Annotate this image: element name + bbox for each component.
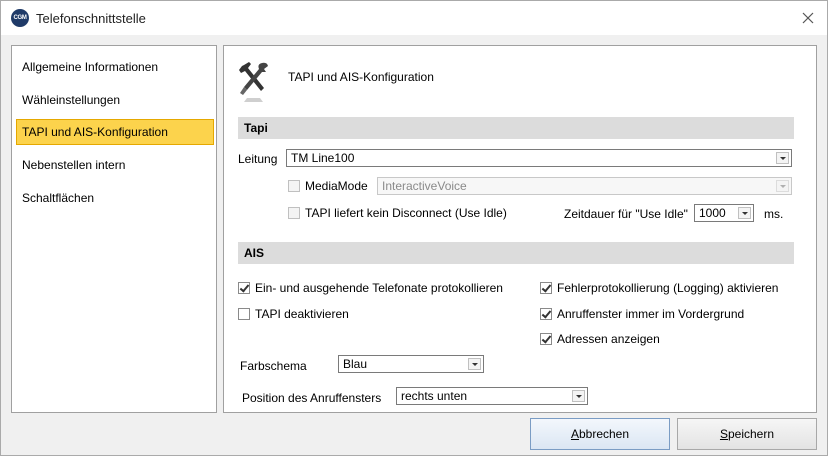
zeitdauer-label: Zeitdauer für "Use Idle" [564, 207, 688, 221]
farbschema-value: Blau [343, 357, 368, 371]
chevron-down-icon [738, 207, 751, 219]
protokollieren-checkbox[interactable] [238, 282, 250, 294]
vordergrund-checkbox[interactable] [540, 308, 552, 320]
adressen-label: Adressen anzeigen [557, 332, 660, 346]
logging-checkbox[interactable] [540, 282, 552, 294]
section-header-tapi: Tapi [238, 117, 794, 139]
leitung-select[interactable]: TM Line100 [286, 149, 792, 167]
navigation-panel: Allgemeine Informationen Wähleinstellung… [11, 45, 217, 413]
leitung-label: Leitung [238, 152, 278, 166]
nav-item-waehleinstellungen[interactable]: Wähleinstellungen [16, 87, 214, 113]
logging-label: Fehlerprotokollierung (Logging) aktivier… [557, 281, 779, 295]
cancel-button[interactable]: Abbrechen [530, 418, 670, 450]
nav-item-allgemeine-informationen[interactable]: Allgemeine Informationen [16, 54, 214, 80]
tapi-deaktivieren-checkbox[interactable] [238, 308, 250, 320]
content-panel: TAPI und AIS-Konfiguration Tapi Leitung … [223, 45, 817, 413]
dialog-window: CGM Telefonschnittstelle Allgemeine Info… [0, 0, 828, 456]
use-idle-checkbox[interactable] [288, 207, 300, 219]
nav-item-schaltflaechen[interactable]: Schaltflächen [16, 185, 214, 211]
chevron-down-icon [572, 390, 585, 402]
tools-icon [239, 62, 268, 102]
nav-item-nebenstellen-intern[interactable]: Nebenstellen intern [16, 152, 214, 178]
mediamode-value: InteractiveVoice [382, 179, 467, 193]
zeitdauer-value: 1000 [699, 206, 726, 220]
adressen-checkbox[interactable] [540, 333, 552, 345]
save-button[interactable]: Speichern [677, 418, 817, 450]
farbschema-label: Farbschema [240, 359, 307, 373]
title-bar: CGM Telefonschnittstelle [1, 1, 827, 35]
position-value: rechts unten [401, 389, 468, 403]
close-button[interactable] [797, 7, 819, 29]
leitung-value: TM Line100 [291, 151, 355, 165]
zeitdauer-unit: ms. [764, 207, 784, 221]
tapi-deaktivieren-label: TAPI deaktivieren [255, 307, 349, 321]
vordergrund-label: Anruffenster immer im Vordergrund [557, 307, 745, 321]
section-header-ais: AIS [238, 242, 794, 264]
farbschema-select[interactable]: Blau [338, 355, 484, 373]
zeitdauer-select[interactable]: 1000 [694, 204, 754, 222]
chevron-down-icon [776, 180, 789, 192]
mediamode-select[interactable]: InteractiveVoice [377, 177, 792, 195]
chevron-down-icon [776, 152, 789, 164]
app-logo-icon: CGM [11, 9, 29, 27]
position-label: Position des Anruffensters [242, 391, 382, 405]
window-title: Telefonschnittstelle [36, 11, 146, 26]
mediamode-label: MediaMode [305, 179, 368, 193]
position-select[interactable]: rechts unten [396, 387, 588, 405]
close-icon [802, 12, 814, 24]
nav-item-tapi-ais-konfiguration[interactable]: TAPI und AIS-Konfiguration [16, 119, 214, 145]
protokollieren-label: Ein- und ausgehende Telefonate protokoll… [255, 281, 503, 295]
page-title: TAPI und AIS-Konfiguration [288, 70, 434, 84]
chevron-down-icon [468, 358, 481, 370]
mediamode-checkbox[interactable] [288, 180, 300, 192]
use-idle-label: TAPI liefert kein Disconnect (Use Idle) [305, 206, 507, 220]
